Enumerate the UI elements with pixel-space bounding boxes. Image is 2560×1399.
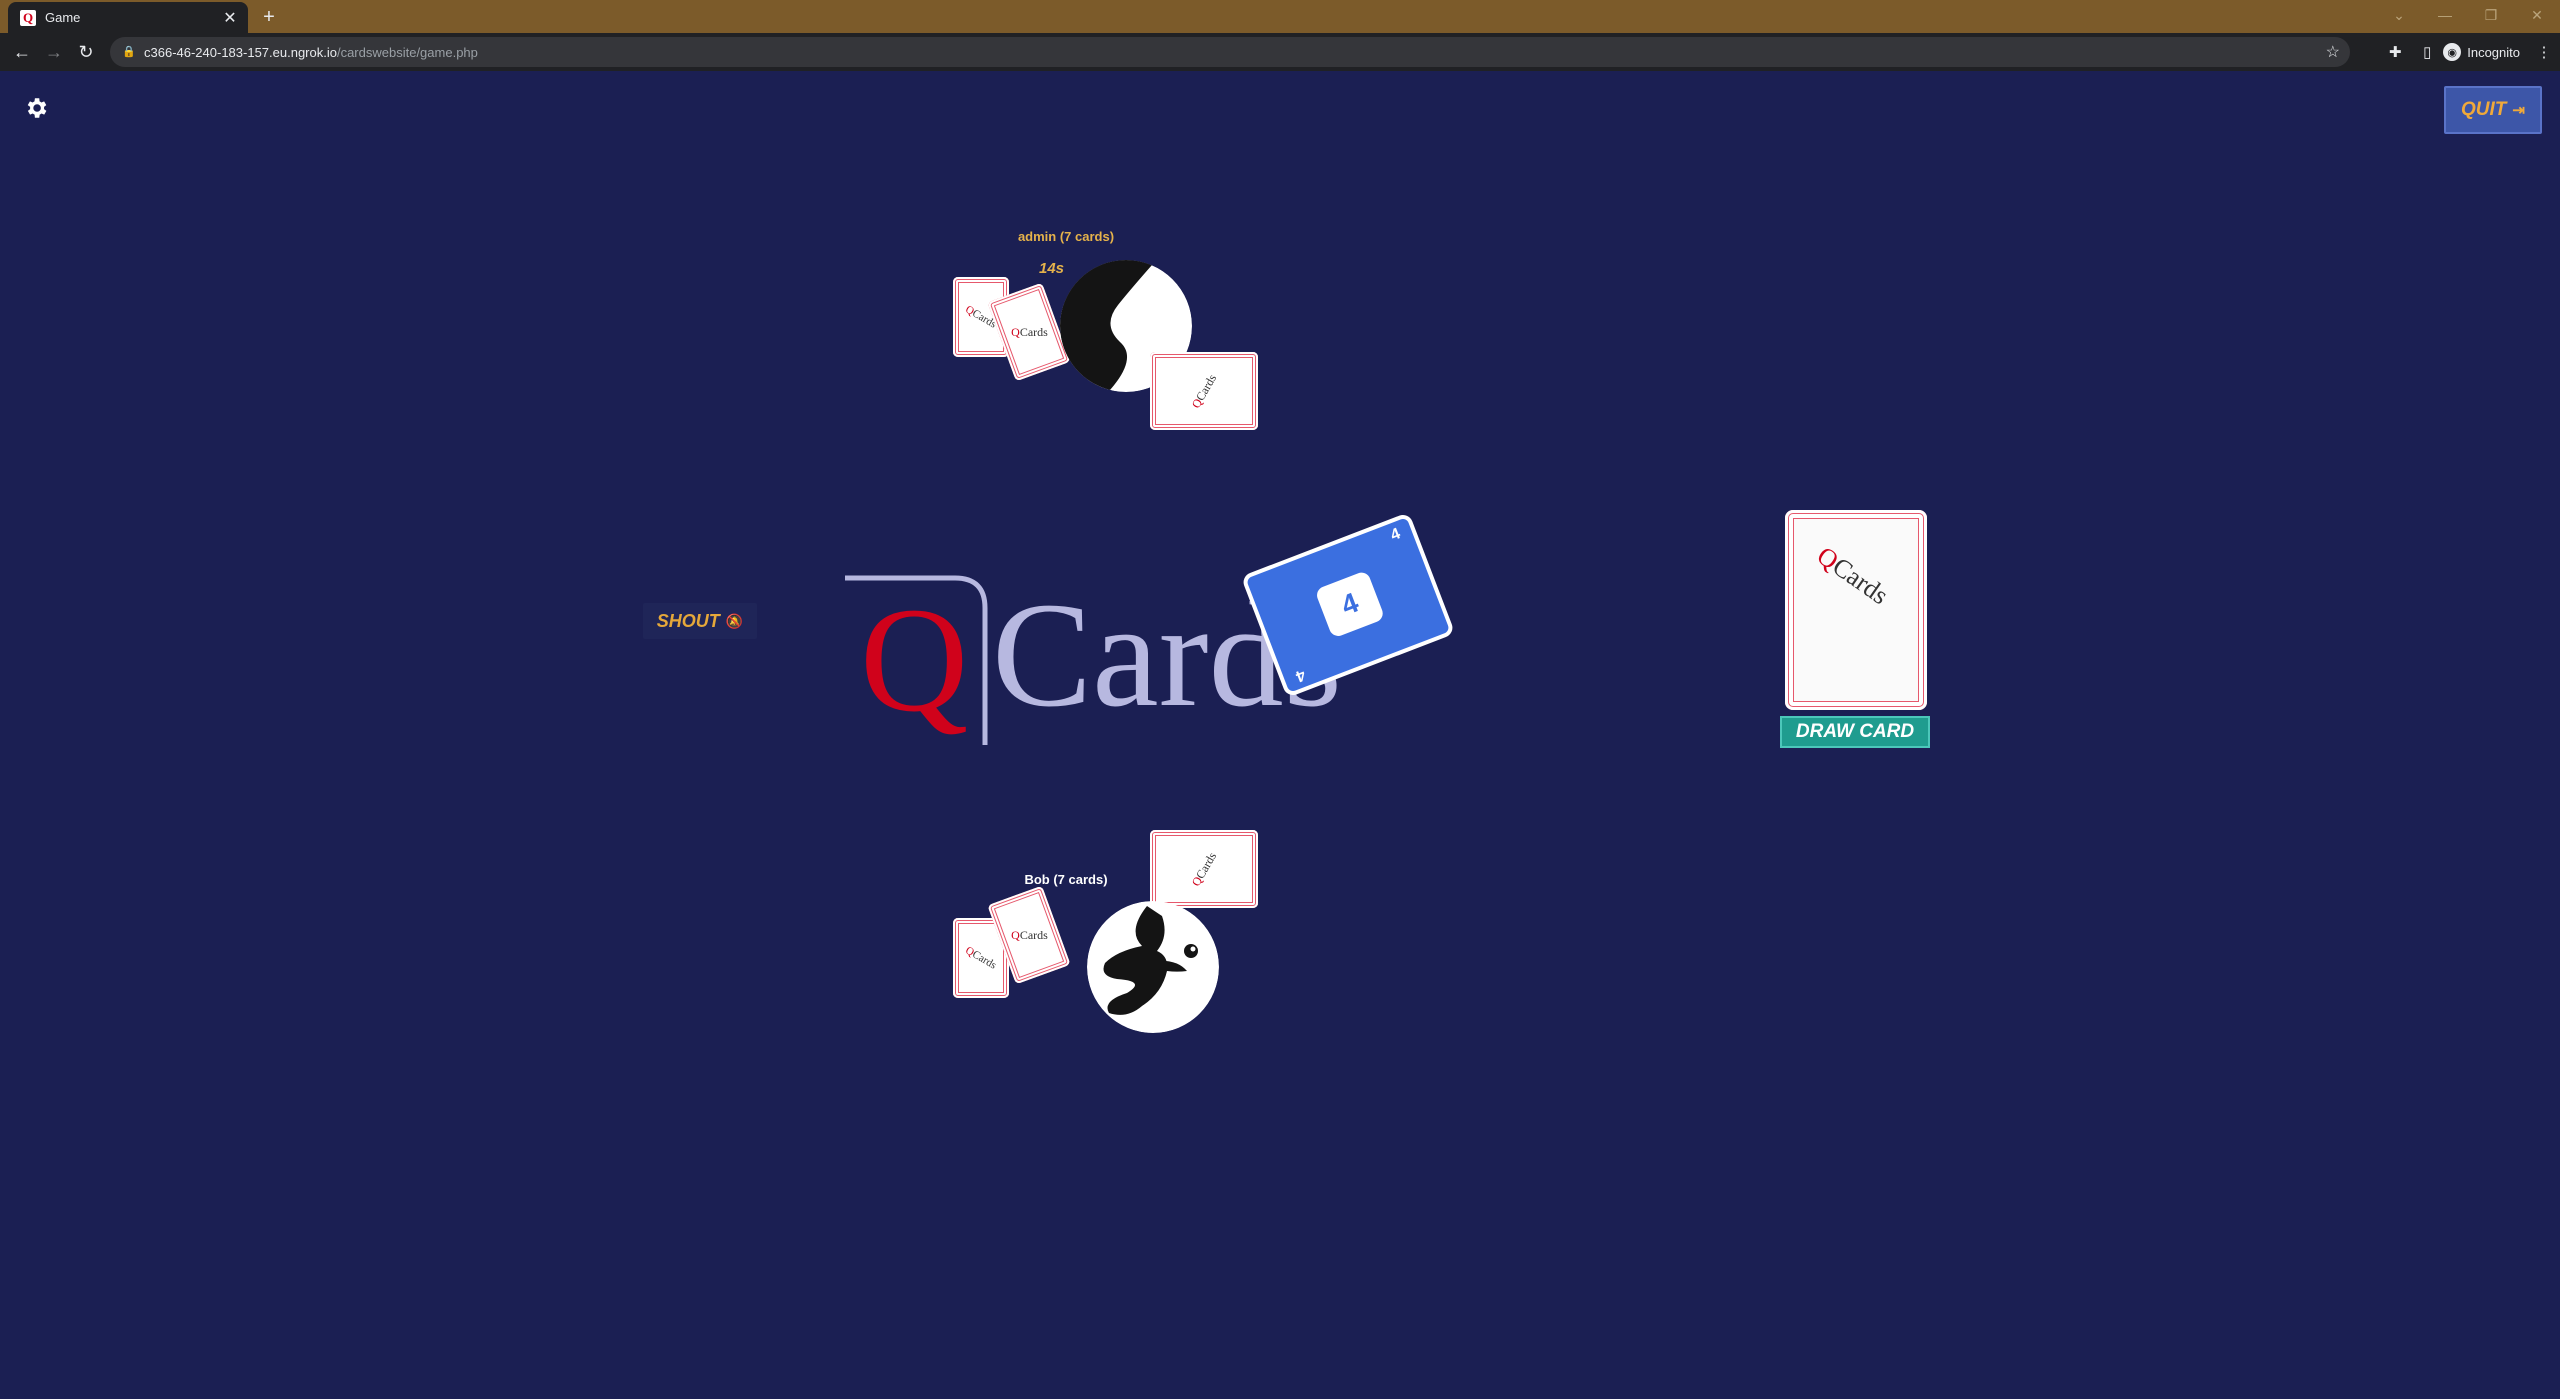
- card-corner-value: 4: [1388, 525, 1403, 545]
- new-tab-button[interactable]: +: [256, 4, 282, 30]
- bookmark-star-icon[interactable]: ☆: [2326, 42, 2340, 62]
- reload-button[interactable]: ↻: [70, 36, 102, 68]
- tab-search-icon[interactable]: ⌄: [2376, 0, 2422, 30]
- minimize-button[interactable]: —: [2422, 0, 2468, 30]
- shout-button[interactable]: SHOUT 🔕: [643, 603, 757, 639]
- opponent-card: QCards: [1150, 830, 1258, 908]
- player-name-bob: Bob (7 cards): [1024, 872, 1108, 887]
- url-host: c366-46-240-183-157.eu.ngrok.io: [144, 44, 337, 60]
- side-panel-icon[interactable]: ▯: [2411, 36, 2443, 68]
- url-path: /cardswebsite/game.php: [336, 44, 478, 60]
- settings-gear-icon[interactable]: [23, 95, 49, 121]
- window-controls: ⌄ — ❐ ✕: [2376, 0, 2560, 33]
- back-button[interactable]: ←: [6, 36, 38, 68]
- exit-icon: ⇥: [2512, 102, 2525, 119]
- card-corner-value: 4: [1293, 665, 1308, 685]
- lock-icon[interactable]: 🔒: [122, 45, 136, 59]
- extensions-icon[interactable]: ✚: [2379, 36, 2411, 68]
- browser-tab[interactable]: Q Game ✕: [8, 2, 248, 33]
- draw-pile[interactable]: QCards: [1785, 510, 1927, 710]
- shout-label: SHOUT: [656, 610, 720, 631]
- tab-title: Game: [45, 10, 81, 25]
- menu-icon[interactable]: ⋮: [2528, 36, 2560, 68]
- tab-favicon-icon: Q: [20, 9, 36, 26]
- quit-button[interactable]: QUIT ⇥: [2444, 86, 2542, 134]
- bell-muted-icon: 🔕: [725, 612, 744, 629]
- deck-logo: QCards: [1811, 540, 1894, 611]
- quit-label: QUIT: [2461, 99, 2507, 120]
- restore-button[interactable]: ❐: [2468, 0, 2514, 30]
- browser-toolbar: ← → ↻ 🔒 c366-46-240-183-157.eu.ngrok.io/…: [0, 33, 2560, 71]
- incognito-label: Incognito: [2467, 44, 2520, 60]
- forward-button[interactable]: →: [38, 36, 70, 68]
- tab-close-icon[interactable]: ✕: [218, 8, 242, 28]
- close-window-button[interactable]: ✕: [2514, 0, 2560, 30]
- toolbar-right: ✚ ▯ ◉ Incognito ⋮: [2379, 33, 2560, 71]
- card-center-value: 4: [1314, 569, 1386, 639]
- address-bar[interactable]: 🔒 c366-46-240-183-157.eu.ngrok.io/cardsw…: [110, 37, 2350, 67]
- browser-tab-bar: Q Game ✕ + ⌄ — ❐ ✕: [0, 0, 2560, 33]
- incognito-icon: ◉: [2443, 43, 2462, 61]
- url-text: c366-46-240-183-157.eu.ngrok.io/cardsweb…: [144, 45, 478, 60]
- player-name-admin: admin (7 cards): [1017, 229, 1115, 244]
- draw-card-button[interactable]: DRAW CARD: [1780, 716, 1930, 748]
- logo-q: Q: [860, 577, 968, 743]
- turn-timer: 14s: [1039, 260, 1065, 277]
- opponent-card: QCards: [987, 282, 1071, 382]
- opponent-card: QCards: [1150, 352, 1258, 430]
- incognito-indicator[interactable]: ◉ Incognito: [2443, 43, 2520, 61]
- bob-avatar: [1087, 901, 1219, 1033]
